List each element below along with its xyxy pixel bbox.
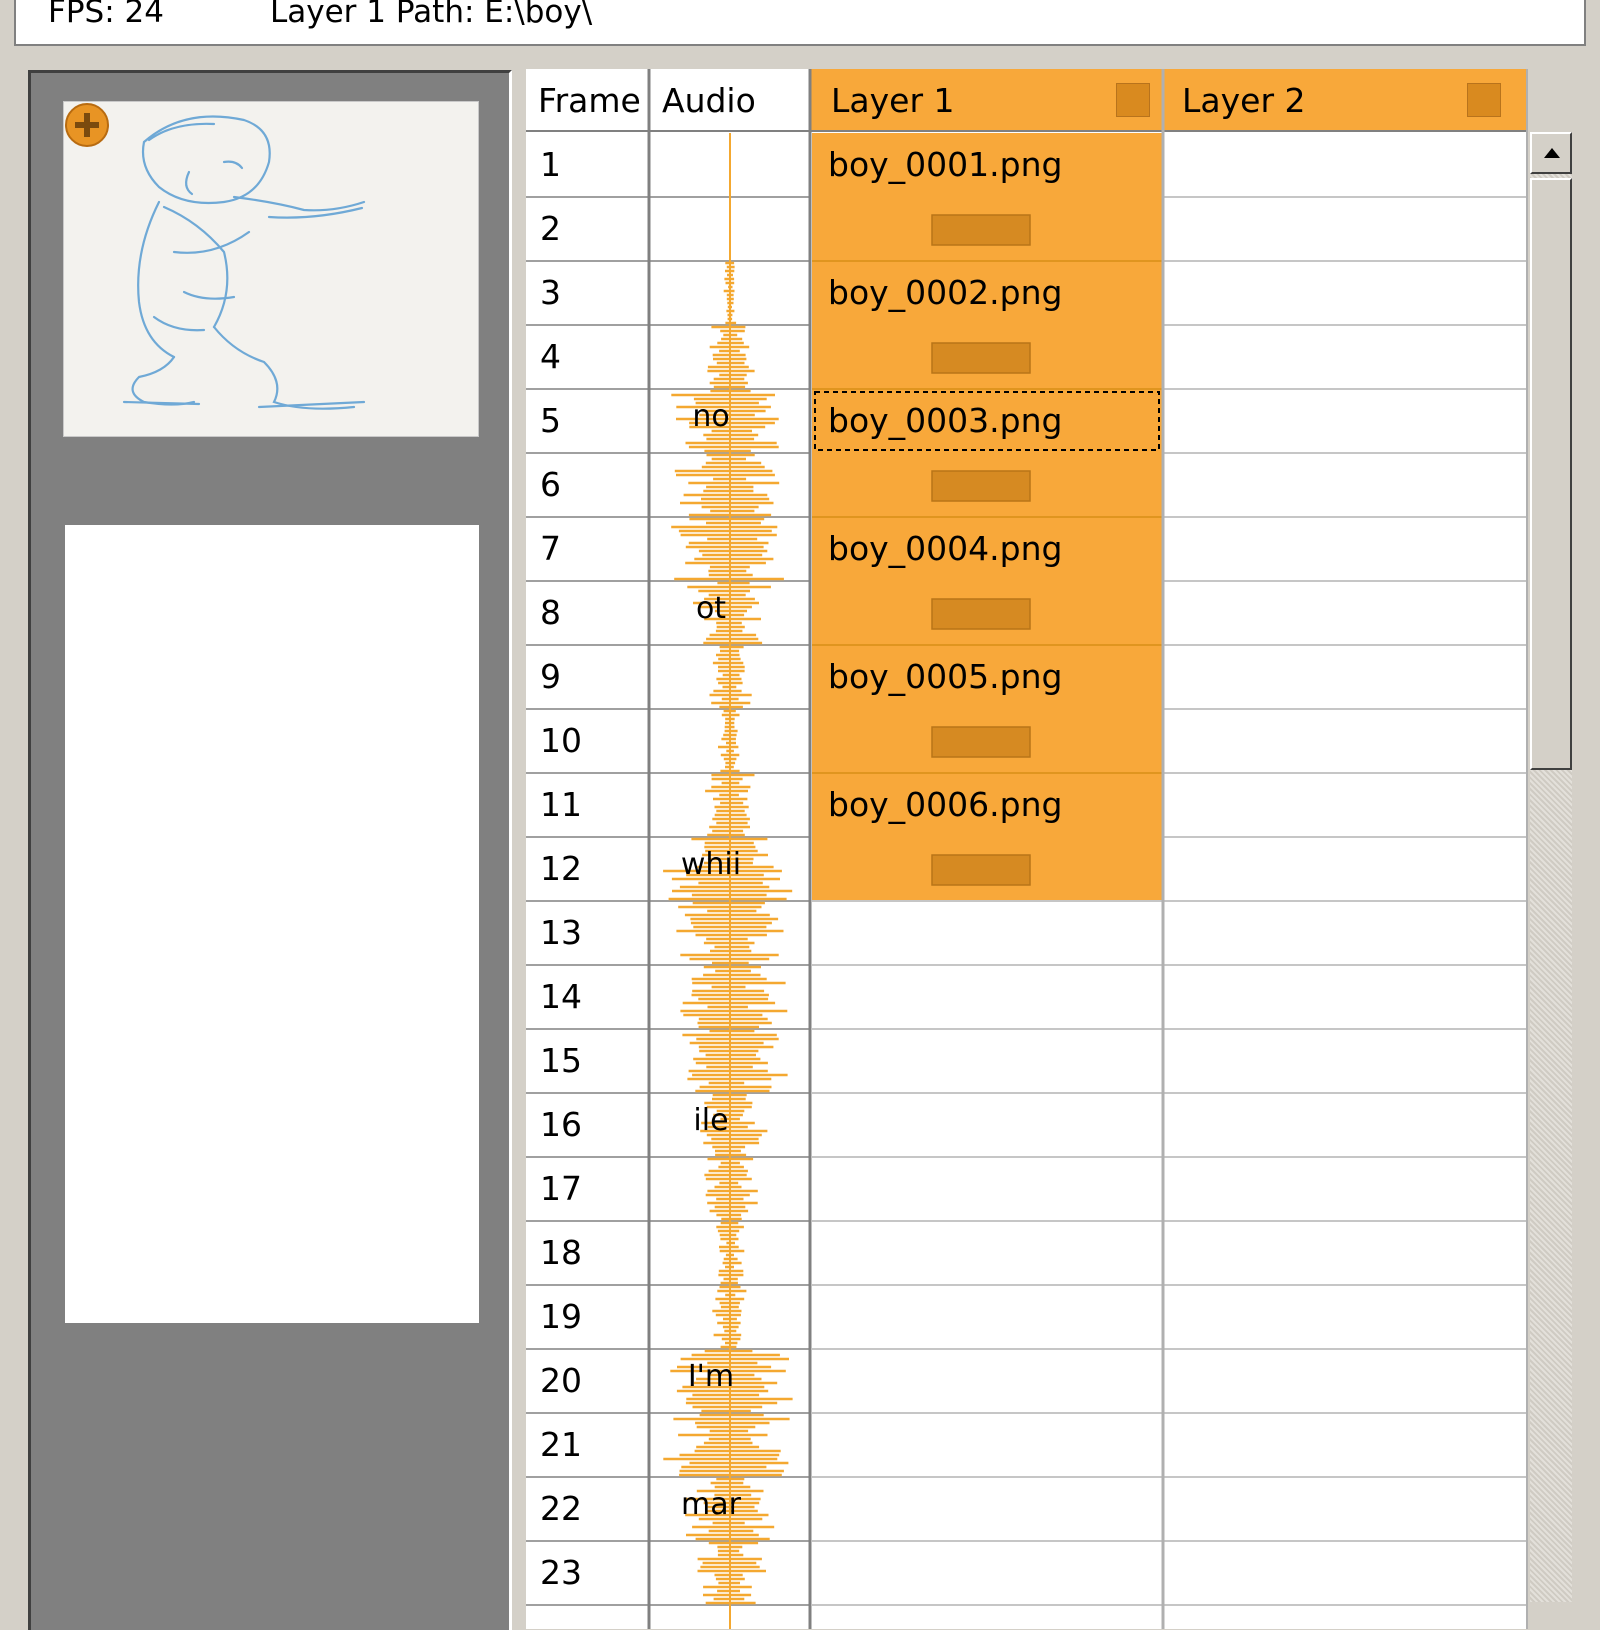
- layer1-column-header[interactable]: Layer 1: [831, 69, 955, 131]
- frame-number[interactable]: 18: [540, 1221, 582, 1285]
- frame-number[interactable]: 3: [540, 261, 561, 325]
- scroll-up-button[interactable]: [1530, 132, 1572, 174]
- vertical-scrollbar[interactable]: [1530, 132, 1572, 1602]
- frame-number[interactable]: 11: [540, 773, 582, 837]
- plus-circle-icon[interactable]: [64, 102, 110, 148]
- frame-number[interactable]: 17: [540, 1157, 582, 1221]
- audio-column-header[interactable]: Audio: [662, 69, 756, 131]
- frame-number[interactable]: 13: [540, 901, 582, 965]
- layer1-cell-filename[interactable]: boy_0004.png: [828, 517, 1062, 581]
- hold-bar: [931, 214, 1031, 246]
- frame-number[interactable]: 9: [540, 645, 561, 709]
- layer1-cell-filename[interactable]: boy_0001.png: [828, 133, 1062, 197]
- frame-number[interactable]: 2: [540, 197, 561, 261]
- preview-panel: [28, 70, 512, 1630]
- frame-number[interactable]: 14: [540, 965, 582, 1029]
- audio-lyric-label: ot: [695, 591, 727, 626]
- frame-number[interactable]: 7: [540, 517, 561, 581]
- hold-bar: [931, 598, 1031, 630]
- audio-lyric-label: ile: [693, 1103, 729, 1138]
- layer-path-label: Layer 1 Path: E:\boy\: [270, 0, 593, 30]
- arrow-up-icon: [1544, 148, 1560, 158]
- frame-column-header[interactable]: Frame: [538, 69, 641, 131]
- frame-number[interactable]: 20: [540, 1349, 582, 1413]
- frame-number[interactable]: 15: [540, 1029, 582, 1093]
- info-bar: FPS: 24 Layer 1 Path: E:\boy\: [14, 0, 1586, 46]
- hold-bar: [931, 854, 1031, 886]
- layer1-toggle-button[interactable]: [1116, 83, 1150, 117]
- frame-number[interactable]: 16: [540, 1093, 582, 1157]
- frame-thumbnail[interactable]: [63, 101, 479, 437]
- layer2-column-header[interactable]: Layer 2: [1182, 69, 1306, 131]
- hold-bar: [931, 726, 1031, 758]
- frame-number[interactable]: 4: [540, 325, 561, 389]
- frame-number[interactable]: 10: [540, 709, 582, 773]
- audio-lyric-label: mar: [681, 1487, 741, 1522]
- frame-number[interactable]: 8: [540, 581, 561, 645]
- hold-bar: [931, 342, 1031, 374]
- layer1-cell-filename[interactable]: boy_0006.png: [828, 773, 1062, 837]
- audio-lyric-label: no: [692, 399, 730, 434]
- layer1-cell-filename[interactable]: boy_0005.png: [828, 645, 1062, 709]
- exposure-sheet: Frame Audio Layer 1 Layer 2 1 2 3 4 5 6 7 8 9 10 1…: [526, 69, 1528, 1629]
- frame-number[interactable]: 6: [540, 453, 561, 517]
- boy-sketch-image: [122, 115, 366, 410]
- scroll-thumb[interactable]: [1530, 178, 1572, 770]
- fps-label: FPS: 24: [48, 0, 164, 30]
- frame-number[interactable]: 21: [540, 1413, 582, 1477]
- frame-number[interactable]: 5: [540, 389, 561, 453]
- frame-number[interactable]: 22: [540, 1477, 582, 1541]
- frame-number[interactable]: 23: [540, 1541, 582, 1605]
- layer1-cell-filename[interactable]: boy_0002.png: [828, 261, 1062, 325]
- audio-lyric-label: I'm: [687, 1359, 735, 1394]
- preview-canvas: [65, 525, 479, 1323]
- frame-number[interactable]: 19: [540, 1285, 582, 1349]
- layer1-cell-filename[interactable]: boy_0003.png: [828, 389, 1062, 453]
- frame-number[interactable]: 12: [540, 837, 582, 901]
- frame-number[interactable]: 1: [540, 133, 561, 197]
- layer2-toggle-button[interactable]: [1467, 83, 1501, 117]
- audio-lyric-label: whii: [680, 847, 742, 882]
- hold-bar: [931, 470, 1031, 502]
